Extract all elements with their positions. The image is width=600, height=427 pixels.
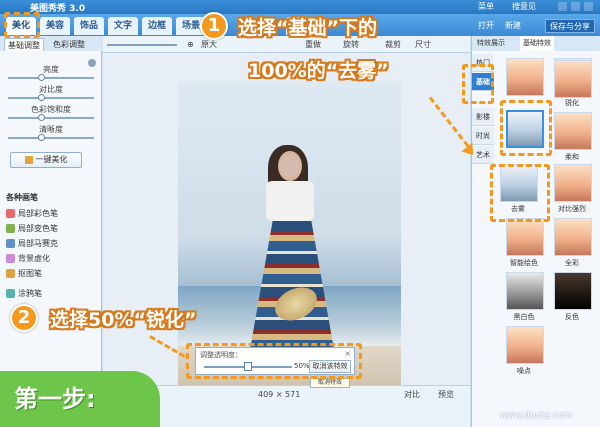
brushes-title: 各种画笔 [6, 193, 38, 202]
clarity-knob[interactable] [38, 134, 45, 141]
watermark: www.duote.com [500, 411, 573, 421]
rotate-button[interactable]: 旋转 [343, 39, 359, 50]
brightness-label: 亮度 [43, 65, 59, 74]
effect-label-smart: 智能绘色 [510, 259, 538, 267]
brush-item[interactable]: 局部彩色笔 [6, 208, 58, 220]
resize-button[interactable]: 尺寸 [415, 39, 431, 50]
brush-item[interactable]: 局部变色笔 [6, 223, 58, 235]
effect-label-high-contrast: 对比强烈 [558, 205, 586, 213]
zoom-in-icon[interactable]: ⊕ [187, 39, 194, 50]
image-dimensions: 409 × 571 [258, 390, 301, 399]
tab-basic-effects[interactable]: 基础特效 [520, 36, 554, 51]
effect-label-invert: 反色 [565, 313, 579, 321]
one-click-beautify-button[interactable]: 一键美化 [10, 152, 82, 168]
effect-thumb[interactable] [554, 60, 592, 98]
effect-thumb[interactable] [506, 326, 544, 364]
effect-label-fullcolor: 全彩 [565, 259, 579, 267]
clarity-slider[interactable] [8, 137, 94, 139]
step-badge: 第一步: [0, 371, 160, 427]
new-button[interactable]: 新建 [505, 19, 521, 33]
mosaic-brush-icon [6, 239, 15, 248]
tab-color-adjust[interactable]: 色彩调整 [50, 38, 88, 51]
compare-button[interactable]: 对比 [404, 389, 420, 400]
category-fashion[interactable]: 时尚 [472, 127, 494, 145]
tab-beauty[interactable]: 美容 [40, 17, 70, 35]
contrast-label: 对比度 [39, 85, 63, 94]
tab-basic-adjust[interactable]: 基础调整 [4, 38, 44, 51]
cutout-brush-icon [6, 269, 15, 278]
effect-thumb[interactable] [554, 272, 592, 310]
recolor-brush-icon [6, 224, 15, 233]
crop-button[interactable]: 裁剪 [385, 39, 401, 50]
preview-button[interactable]: 预览 [438, 389, 454, 400]
open-button[interactable]: 打开 [478, 19, 494, 33]
highlight-opacity-popup [186, 343, 362, 379]
contrast-knob[interactable] [38, 94, 45, 101]
effect-label-bw: 黑白色 [513, 313, 535, 321]
step1-text-line2: 100%的“去雾” [248, 60, 389, 82]
actual-size-button[interactable]: 原大 [201, 39, 217, 50]
one-click-label: 一键美化 [35, 155, 68, 164]
highlight-sharpen-effect [500, 100, 552, 156]
tab-text[interactable]: 文字 [108, 17, 138, 35]
magic-wand-icon [24, 155, 33, 164]
left-subtabs: 基础调整 色彩调整 [0, 36, 102, 51]
tooltip: 取消特效 [310, 378, 350, 388]
highlight-basic-category [462, 64, 494, 104]
doodle-brush-icon [6, 289, 15, 298]
saturation-slider[interactable] [8, 117, 94, 119]
highlight-beautify-tab [4, 12, 40, 38]
close-icon[interactable] [584, 2, 593, 11]
saturation-knob[interactable] [38, 114, 45, 121]
photo-face-blur [280, 155, 300, 177]
brush-item[interactable]: 背景虚化 [6, 253, 50, 265]
brush-item[interactable]: 局部马赛克 [6, 238, 58, 250]
effect-thumb[interactable] [554, 218, 592, 256]
effect-label-noise: 噪点 [517, 367, 531, 375]
step2-number: 2 [10, 304, 38, 332]
menu-button[interactable]: 菜单 [478, 1, 494, 12]
saturation-label: 色彩饱和度 [31, 105, 71, 114]
effect-thumb[interactable] [506, 272, 544, 310]
left-panel: 基础调整 色彩调整 亮度 对比度 色彩饱和度 清晰度 一键美化 各种画笔 局部彩… [0, 36, 102, 427]
tab-frame[interactable]: 边框 [142, 17, 172, 35]
title-bar: 美图秀秀 3.0 菜单 搜意见 [0, 0, 600, 14]
effect-label-soft: 柔和 [565, 153, 579, 161]
category-studio[interactable]: 影楼 [472, 108, 494, 126]
save-share-button[interactable]: 保存与分享 [545, 19, 595, 33]
help-button[interactable]: 搜意见 [512, 1, 536, 12]
effect-label-sharpen: 锐化 [565, 99, 579, 107]
brush-item[interactable]: 抠图笔 [6, 268, 42, 280]
highlight-dehaze-effect [490, 164, 550, 222]
clarity-label: 清晰度 [39, 125, 63, 134]
redo-button[interactable]: 重做 [305, 39, 321, 50]
effect-thumb[interactable] [506, 58, 544, 96]
maximize-icon[interactable] [571, 2, 580, 11]
step1-number: 1 [200, 12, 228, 40]
effect-thumb[interactable] [554, 112, 592, 150]
brush-item[interactable]: 涂鸦笔 [6, 288, 42, 300]
minimize-icon[interactable] [558, 2, 567, 11]
tab-effects-showcase[interactable]: 特效展示 [474, 36, 508, 51]
effects-tabs: 特效展示 基础特效 [472, 36, 600, 51]
canvas-area [103, 53, 470, 423]
color-brush-icon [6, 209, 15, 218]
step2-text: 选择50%“锐化” [50, 309, 197, 331]
zoom-slider[interactable] [107, 44, 177, 46]
contrast-slider[interactable] [8, 97, 94, 99]
blur-brush-icon [6, 254, 15, 263]
effect-thumb[interactable] [554, 164, 592, 202]
effect-thumb[interactable] [506, 218, 544, 256]
step1-text-line1: 选择“基础”下的 [238, 17, 377, 39]
photo-person-top [266, 181, 314, 221]
brightness-slider[interactable] [8, 77, 94, 79]
tab-accessories[interactable]: 饰品 [74, 17, 104, 35]
brightness-knob[interactable] [38, 74, 45, 81]
